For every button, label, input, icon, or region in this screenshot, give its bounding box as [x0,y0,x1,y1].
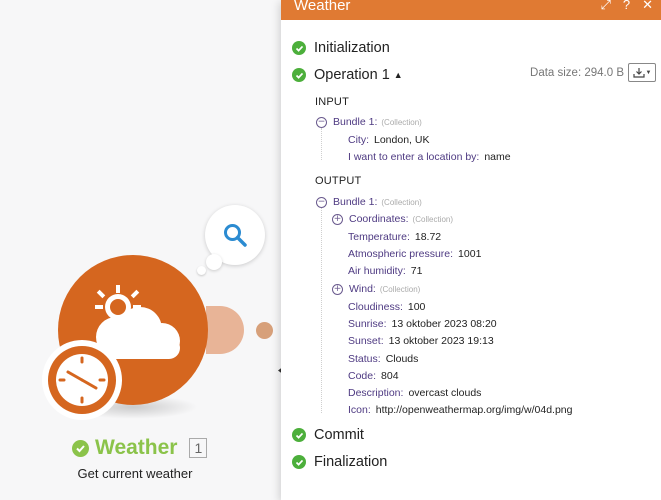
output-field-code: Code: 804 [348,370,399,382]
panel-header: Weather ⤢ ? ✕ [281,0,661,20]
output-field-temperature: Temperature: 18.72 [348,231,442,243]
panel-title: Weather [294,0,351,14]
output-field-wind[interactable]: + Wind: (Collection) [332,283,420,295]
dropdown-caret-icon: ▼ [645,69,652,76]
panel-body: Initialization Operation 1 ▲ Data size: … [281,20,661,500]
output-field-status: Status: Clouds [348,353,419,365]
check-icon [292,455,306,469]
commit-row[interactable]: Commit [292,427,364,443]
output-field-pressure: Atmospheric pressure: 1001 [348,248,482,260]
caret-up-icon[interactable]: ▲ [394,70,403,80]
clock-badge [42,340,122,420]
output-bundle[interactable]: − Bundle 1: (Collection) [316,196,422,208]
data-size: Data size: 294.0 B [530,67,624,79]
module-label[interactable]: Weather 1 [72,436,208,460]
output-field-description: Description: overcast clouds [348,387,482,399]
output-field-humidity: Air humidity: 71 [348,265,423,277]
collapse-icon[interactable]: − [316,116,327,128]
output-section-label: OUTPUT [315,175,362,187]
initialization-row[interactable]: Initialization [292,40,390,56]
module-title: Weather [95,436,178,459]
input-field-city: City: London, UK [348,134,430,146]
expand-icon[interactable]: + [332,213,343,225]
bubble-dot [206,254,222,270]
input-section-label: INPUT [315,96,349,108]
download-button[interactable]: ▼ [628,63,656,82]
input-field-location-by: I want to enter a location by: name [348,151,511,163]
operation-output-panel: Weather ⤢ ? ✕ Initialization Operation 1… [281,0,661,500]
initialization-label: Initialization [314,40,390,56]
close-icon[interactable]: ✕ [642,0,653,13]
check-icon [292,68,306,82]
module-id-badge: 1 [189,438,208,458]
connector-dot[interactable] [256,322,273,339]
check-icon [72,439,89,457]
check-icon [292,41,306,55]
module-handle[interactable] [206,306,244,354]
output-field-icon: Icon: http://openweathermap.org/img/w/04… [348,404,573,416]
output-field-cloudiness: Cloudiness: 100 [348,301,426,313]
operation-row[interactable]: Operation 1 ▲ [292,67,403,83]
tree-guide [321,128,322,160]
tree-guide [321,208,322,413]
collapse-icon[interactable]: − [316,196,327,208]
commit-label: Commit [314,427,364,443]
help-icon[interactable]: ? [623,0,630,13]
output-field-sunrise: Sunrise: 13 oktober 2023 08:20 [348,318,497,330]
module-subtitle: Get current weather [77,466,193,481]
clock-icon [48,346,116,414]
finalization-label: Finalization [314,454,388,470]
search-icon [224,224,247,247]
finalization-row[interactable]: Finalization [292,454,387,470]
expand-icon[interactable]: ⤢ [600,0,610,13]
input-bundle[interactable]: − Bundle 1: (Collection) [316,116,422,128]
output-field-sunset: Sunset: 13 oktober 2023 19:13 [348,335,494,347]
check-icon [292,428,306,442]
download-icon [632,68,645,78]
expand-icon[interactable]: + [332,283,343,295]
panel-actions: ⤢ ? ✕ [600,0,653,13]
operation-label: Operation 1 [314,67,390,83]
output-field-coordinates[interactable]: + Coordinates: (Collection) [332,213,453,225]
